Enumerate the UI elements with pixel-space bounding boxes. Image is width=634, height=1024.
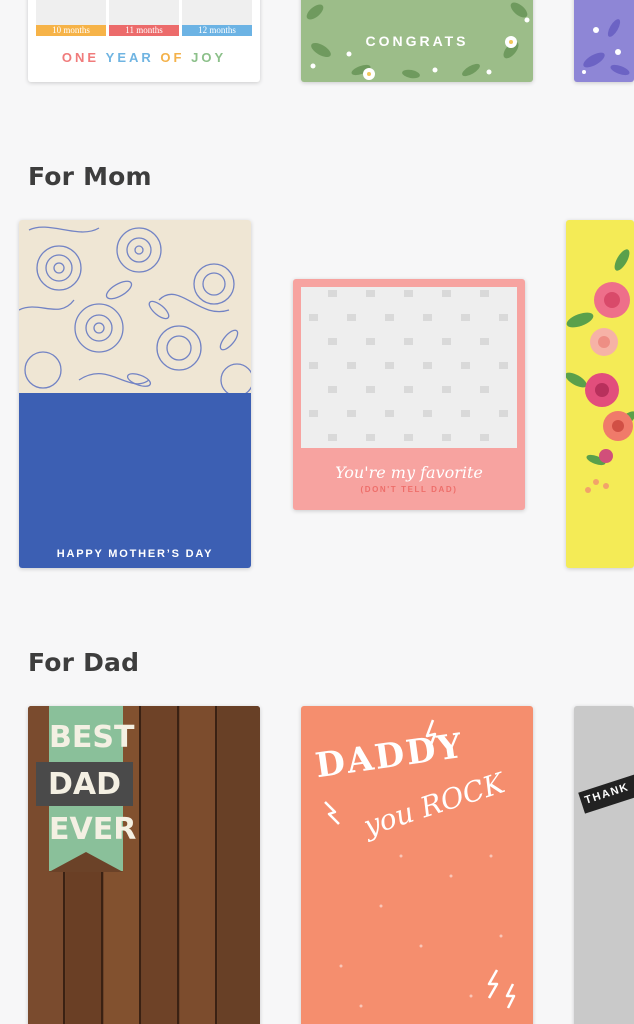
section-title-mom: For Mom (28, 162, 152, 191)
yellow-floral-card[interactable] (566, 220, 634, 568)
congrats-text: CONGRATS (365, 33, 469, 49)
caption-word: JOY (191, 50, 227, 65)
daddy-you-rock-card[interactable]: DADDY you ROCK (301, 706, 533, 1024)
month-label: 10 months (36, 25, 106, 36)
photo-placeholder: 12 months (182, 0, 252, 36)
month-label: 12 months (182, 25, 252, 36)
wood-plank (180, 706, 217, 1024)
best-dad-ever-card[interactable]: BEST EVER DAD (28, 706, 260, 1024)
caption-word: ONE (61, 50, 100, 65)
floral-pattern (19, 220, 251, 397)
wood-plank (142, 706, 179, 1024)
thanks-text: THANK (583, 781, 631, 807)
best-word: BEST (49, 720, 135, 755)
wood-plank (218, 706, 260, 1024)
dad-word: DAD (47, 767, 122, 802)
ribbon-notch (49, 852, 123, 872)
youre-my-favorite-card[interactable]: You're my favorite (DON'T TELL DAD) (293, 279, 525, 510)
joy-caption: ONE YEAR OF JOY (28, 50, 260, 65)
photo-placeholder (301, 287, 517, 448)
mothers-day-text: HAPPY MOTHER’S DAY (56, 548, 214, 560)
purple-floral-card[interactable] (574, 0, 634, 82)
photo-placeholder: 11 months (109, 0, 179, 36)
placeholder-grid (309, 290, 508, 441)
one-year-of-joy-card[interactable]: 10 months 11 months 12 months ONE YEAR O… (28, 0, 260, 82)
blue-panel: HAPPY MOTHER’S DAY (19, 393, 251, 568)
caption-word: YEAR (105, 50, 154, 65)
ever-word: EVER (49, 812, 137, 847)
favorite-subtext: (DON'T TELL DAD) (360, 485, 458, 494)
rose-illustration (19, 226, 251, 397)
dad-band: DAD (36, 762, 133, 806)
watercolor-flowers (566, 249, 634, 493)
floral-pattern (582, 19, 630, 76)
caption-word: OF (160, 50, 185, 65)
photo-placeholder: 10 months (36, 0, 106, 36)
thanks-card[interactable]: THANK (574, 706, 634, 1024)
congrats-card[interactable]: CONGRATS (301, 0, 533, 82)
favorite-script-text: You're my favorite (335, 463, 483, 482)
section-title-dad: For Dad (28, 648, 140, 677)
thanks-tag: THANK (578, 772, 634, 814)
month-label: 11 months (109, 25, 179, 36)
happy-mothers-day-card[interactable]: HAPPY MOTHER’S DAY (19, 220, 251, 568)
